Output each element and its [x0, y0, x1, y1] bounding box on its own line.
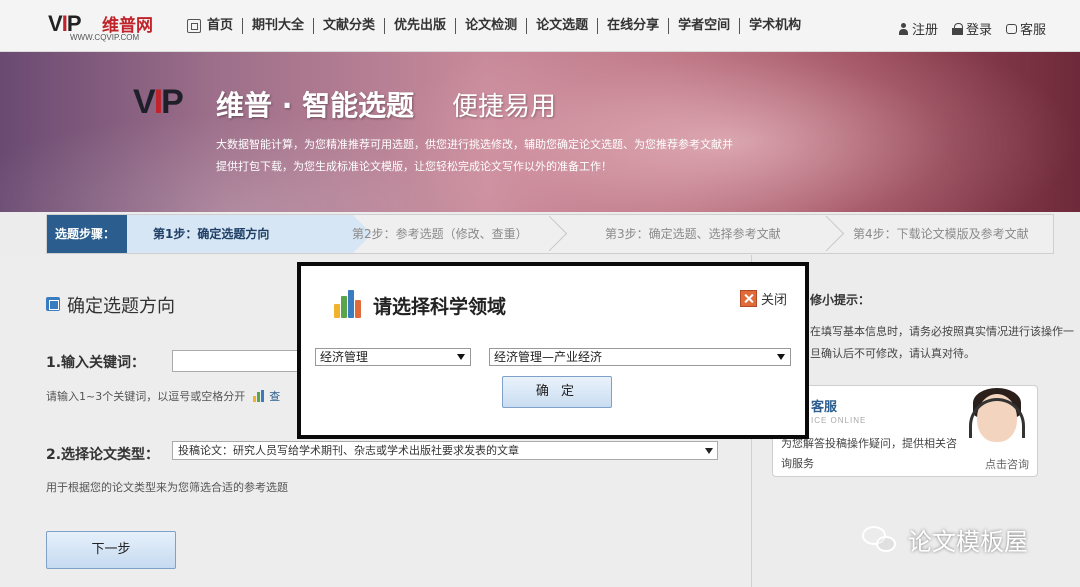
confirm-button[interactable]: 确 定 — [502, 376, 612, 408]
field-secondary-value: 经济管理—产业经济 — [494, 350, 603, 364]
step-4: 第4步：下载论文模版及参考文献 — [853, 227, 1029, 241]
banner-subtitle: 便捷易用 — [452, 92, 557, 122]
home-icon[interactable] — [187, 19, 201, 33]
register-link[interactable]: 注册 — [898, 19, 938, 38]
chat-icon — [1006, 23, 1018, 34]
user-links: 注册 登录 客服 — [898, 19, 1046, 38]
nav-item-topic[interactable]: 论文选题 — [526, 18, 597, 34]
consult-link[interactable]: 点击咨询 — [985, 456, 1029, 472]
step-divider — [822, 215, 842, 253]
close-label: 关闭 — [761, 293, 788, 308]
register-label: 注册 — [912, 23, 939, 38]
banner-logo: VIP — [133, 83, 184, 121]
wechat-watermark: 论文模板屋 — [862, 522, 1028, 557]
dropdown-arrow-icon — [705, 448, 713, 454]
keyword-link[interactable]: 查 — [269, 388, 280, 404]
wechat-icon — [862, 524, 900, 556]
step-divider — [545, 215, 565, 253]
section-icon — [46, 297, 60, 311]
dropdown-arrow-icon — [457, 354, 465, 360]
person-icon — [898, 22, 909, 35]
step-progress: 选题步骤： 第1步：确定选题方向 第2步：参考选题（修改、查重） 第3步：确定选… — [46, 214, 1054, 254]
keyword-hint-row: 请输入1~3个关键词，以逗号或空格分开 查 — [46, 388, 280, 404]
service-text: 为您解答投稿操作疑问，提供相关咨询服务 — [781, 437, 957, 470]
nav-item-scholar[interactable]: 学者空间 — [668, 18, 739, 34]
nav-item-institution[interactable]: 学术机构 — [739, 18, 810, 34]
steps-label: 选题步骤： — [47, 215, 127, 253]
login-label: 登录 — [966, 23, 993, 38]
step-1: 第1步：确定选题方向 — [127, 215, 372, 253]
keyword-hint: 请输入1~3个关键词，以逗号或空格分开 — [46, 390, 246, 403]
paper-type-label: 2.选择论文类型： — [46, 447, 160, 463]
keyword-input[interactable] — [172, 350, 312, 372]
service-link[interactable]: 客服 — [1006, 19, 1046, 38]
nav-item-check[interactable]: 论文检测 — [455, 18, 526, 34]
nav-item-categories[interactable]: 文献分类 — [313, 18, 384, 34]
tips-text: 在填写基本信息时，请务必按照真实情况进行该操作一旦确认后不可修改，请认真对待。 — [810, 325, 1074, 360]
banner-title: 维普 · 智能选题 — [216, 89, 415, 122]
nav-item-journals[interactable]: 期刊大全 — [242, 18, 313, 34]
service-title: 客服 — [811, 400, 838, 415]
service-en: ICE ONLINE — [811, 416, 867, 425]
field-select-secondary[interactable]: 经济管理—产业经济 — [489, 348, 791, 366]
lock-icon — [952, 22, 964, 35]
tips-title: 修小提示： — [810, 293, 871, 307]
dropdown-arrow-icon — [777, 354, 785, 360]
paper-type-select[interactable]: 投稿论文：研究人员写给学术期刊、杂志或学术出版社要求发表的文章 — [172, 441, 718, 460]
logo-url: WWW.CQVIP.COM — [70, 33, 140, 42]
bar-chart-icon — [334, 290, 362, 318]
watermark-text: 论文模板屋 — [908, 528, 1028, 556]
step-3: 第3步：确定选题、选择参考文献 — [605, 227, 781, 241]
nav-item-share[interactable]: 在线分享 — [597, 18, 668, 34]
section-title: 确定选题方向 — [67, 296, 175, 317]
close-icon — [740, 290, 757, 307]
nav-item-priority[interactable]: 优先出版 — [384, 18, 455, 34]
field-select-dialog: 请选择科学领域 关闭 经济管理 经济管理—产业经济 确 定 — [297, 262, 809, 439]
login-link[interactable]: 登录 — [952, 19, 992, 38]
hero-banner: VIP 维普 · 智能选题 便捷易用 大数据智能计算，为您精准推荐可用选题，供您… — [0, 52, 1080, 212]
customer-service-box: 客服 ICE ONLINE 为您解答投稿操作疑问，提供相关咨询服务 点击咨询 — [772, 385, 1038, 477]
service-label: 客服 — [1020, 23, 1047, 38]
keyword-label: 1.输入关键词： — [46, 355, 146, 371]
paper-type-hint: 用于根据您的论文类型来为您筛选合适的参考选题 — [46, 481, 288, 494]
main-nav: 首页 期刊大全 文献分类 优先出版 论文检测 论文选题 在线分享 学者空间 学术… — [207, 18, 810, 34]
dialog-title: 请选择科学领域 — [373, 296, 507, 318]
next-step-button[interactable]: 下一步 — [46, 531, 176, 569]
step-2: 第2步：参考选题（修改、查重） — [352, 227, 528, 241]
field-primary-value: 经济管理 — [320, 350, 369, 364]
bubble-2 — [876, 535, 896, 552]
field-select-primary[interactable]: 经济管理 — [315, 348, 471, 366]
service-avatar — [961, 388, 1033, 450]
banner-description: 大数据智能计算，为您精准推荐可用选题，供您进行挑选修改，辅助您确定论文选题、为您… — [216, 138, 733, 173]
site-logo[interactable]: VIP 维普网 WWW.CQVIP.COM — [48, 9, 166, 45]
top-navbar: VIP 维普网 WWW.CQVIP.COM 首页 期刊大全 文献分类 优先出版 … — [0, 0, 1080, 52]
nav-item-home[interactable]: 首页 — [207, 18, 242, 34]
bar-chart-icon — [253, 390, 265, 402]
paper-type-value: 投稿论文：研究人员写给学术期刊、杂志或学术出版社要求发表的文章 — [178, 444, 519, 457]
dialog-close-button[interactable]: 关闭 — [740, 289, 787, 308]
